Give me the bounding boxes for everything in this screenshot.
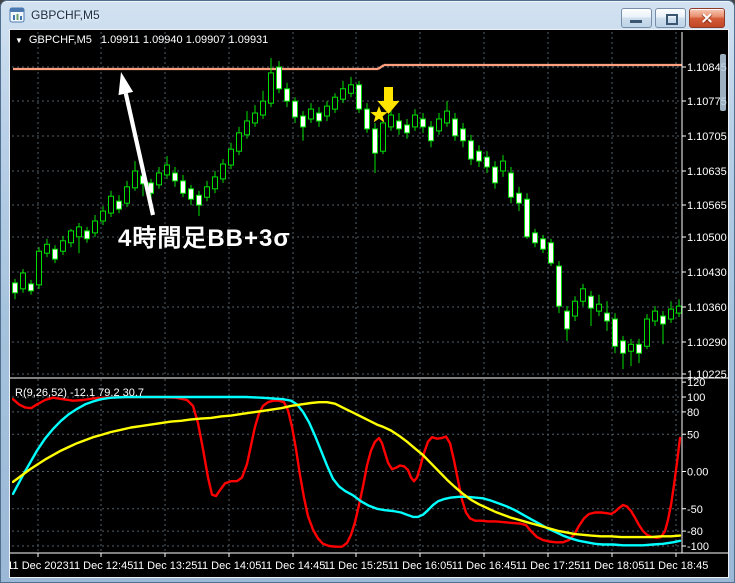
svg-text:1.10290: 1.10290 xyxy=(687,337,727,349)
chart-window: GBPCHF,M5 1.10845 1.10775 1.10705 1.10635 1.… xyxy=(0,0,735,583)
indicator-plot-surface[interactable] xyxy=(12,379,682,553)
restore-icon xyxy=(666,14,678,25)
annotation-text[interactable]: 4時間足BB+3σ xyxy=(118,218,291,253)
svg-text:-80: -80 xyxy=(687,526,703,538)
svg-text:120: 120 xyxy=(687,377,705,389)
svg-text:-100: -100 xyxy=(687,541,709,553)
minimize-icon xyxy=(630,20,642,23)
chart-ohlc-values: 1.09911 1.09940 1.09907 1.09931 xyxy=(100,34,269,46)
minimize-button[interactable] xyxy=(621,8,652,28)
svg-text:11 Dec 14:45: 11 Dec 14:45 xyxy=(261,560,326,572)
svg-text:1.10635: 1.10635 xyxy=(687,166,727,178)
time-axis-labels[interactable]: 11 Dec 2023 11 Dec 12:45 11 Dec 13:25 11 De… xyxy=(10,560,708,572)
svg-text:11 Dec 14:05: 11 Dec 14:05 xyxy=(197,560,262,572)
window-title: GBPCHF,M5 xyxy=(31,7,100,22)
svg-text:11 Dec 18:45: 11 Dec 18:45 xyxy=(644,560,709,572)
svg-text:1.10705: 1.10705 xyxy=(687,131,727,143)
svg-text:11 Dec 16:45: 11 Dec 16:45 xyxy=(452,560,517,572)
indicator-label: R(9,26,52) -12.1 79.2 30.7 xyxy=(15,387,145,399)
svg-text:100: 100 xyxy=(687,392,705,404)
svg-text:11 Dec 13:25: 11 Dec 13:25 xyxy=(133,560,198,572)
indicator-axis-labels[interactable]: 120 100 80 50 0.00 -50 -80 -100 xyxy=(687,377,709,553)
svg-text:11 Dec 2023: 11 Dec 2023 xyxy=(10,560,69,572)
chart-plot-surface[interactable] xyxy=(12,32,682,378)
scrollbar-thumb[interactable] xyxy=(720,54,726,111)
window-controls xyxy=(621,8,725,28)
svg-text:1.10500: 1.10500 xyxy=(687,232,727,244)
window-icon xyxy=(9,7,25,23)
chart-symbol-label: GBPCHF,M5 xyxy=(28,34,92,46)
chevron-down-icon[interactable]: ▼ xyxy=(15,36,23,45)
svg-text:1.10565: 1.10565 xyxy=(687,200,727,212)
svg-text:-50: -50 xyxy=(687,504,703,516)
svg-text:80: 80 xyxy=(687,407,699,419)
svg-text:1.10360: 1.10360 xyxy=(687,302,727,314)
svg-text:1.10430: 1.10430 xyxy=(687,267,727,279)
chart-header[interactable]: ▼ GBPCHF,M5 1.09911 1.09940 1.09907 1.09… xyxy=(15,34,268,46)
svg-text:11 Dec 18:05: 11 Dec 18:05 xyxy=(580,560,645,572)
close-button[interactable] xyxy=(689,8,725,28)
chart-canvas[interactable]: 1.108451.107751.107051.106351.105651.105… xyxy=(10,30,728,577)
titlebar[interactable]: GBPCHF,M5 xyxy=(1,1,734,28)
restore-button[interactable] xyxy=(655,8,686,28)
svg-text:50: 50 xyxy=(687,429,699,441)
svg-text:11 Dec 16:05: 11 Dec 16:05 xyxy=(388,560,453,572)
svg-text:11 Dec 17:25: 11 Dec 17:25 xyxy=(516,560,581,572)
chart-client-area[interactable]: 1.10845 1.10775 1.10705 1.10635 1.10565 1.105… xyxy=(9,29,729,578)
svg-text:11 Dec 15:25: 11 Dec 15:25 xyxy=(324,560,389,572)
svg-text:0.00: 0.00 xyxy=(687,467,708,479)
svg-text:11 Dec 12:45: 11 Dec 12:45 xyxy=(69,560,134,572)
